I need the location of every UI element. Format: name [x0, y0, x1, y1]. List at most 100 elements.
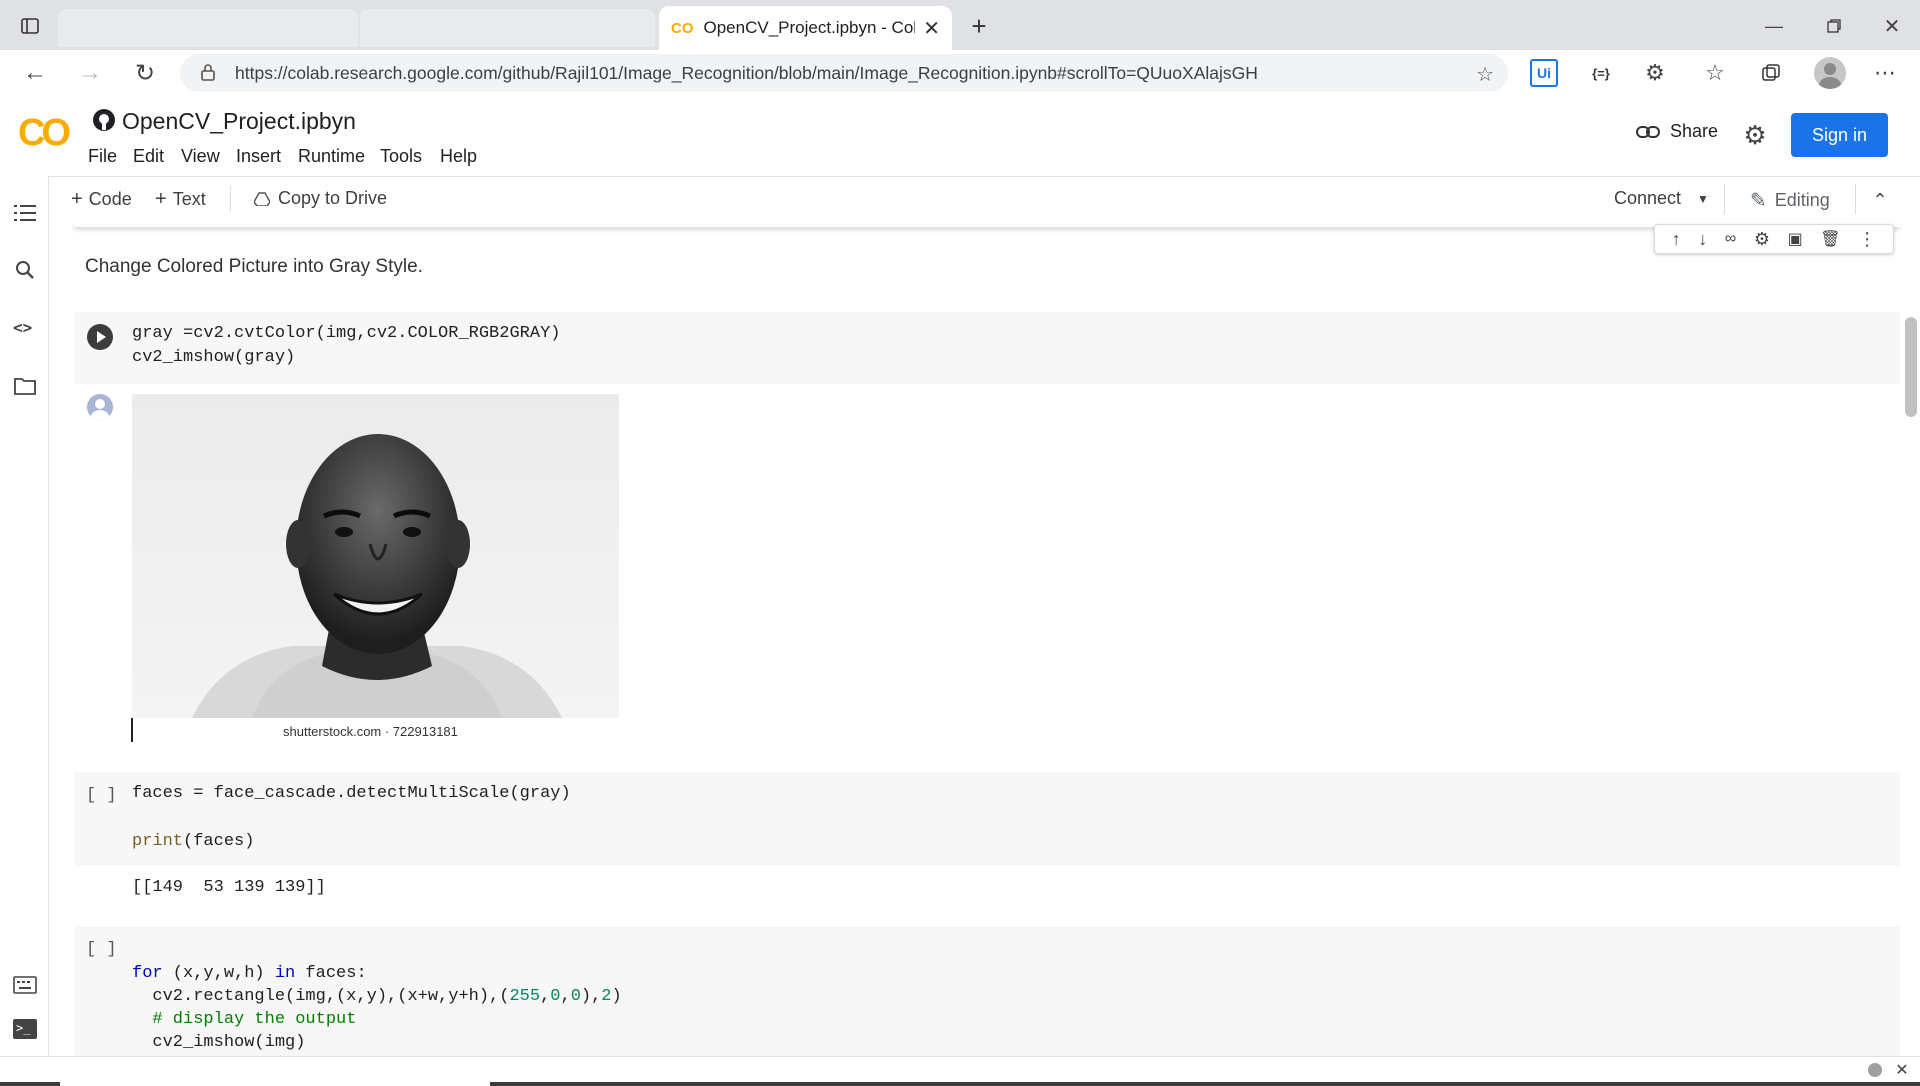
share-button[interactable]: Share	[1636, 121, 1718, 142]
colab-favicon: CO	[671, 19, 694, 37]
back-icon[interactable]: ←	[20, 58, 50, 88]
cell2-output: [[149 53 139 139]]	[132, 878, 326, 897]
share-label: Share	[1670, 121, 1719, 141]
collections-icon[interactable]	[1756, 58, 1786, 88]
menu-view[interactable]: View	[181, 146, 220, 167]
add-code-label: Code	[88, 189, 132, 209]
plus-icon: +	[71, 188, 83, 210]
settings-gear-icon[interactable]: ⚙	[1740, 120, 1770, 150]
link-to-cell-icon[interactable]: ∞	[1725, 230, 1736, 248]
cell-toolbar: ↑ ↓ ∞ ⚙ ▣ 🗑 ⋮	[1654, 224, 1894, 254]
blurred-tab[interactable]	[360, 9, 655, 47]
code-snippets-icon[interactable]: <>	[13, 318, 32, 337]
add-code-button[interactable]: + Code	[71, 188, 132, 211]
menu-runtime[interactable]: Runtime	[298, 146, 365, 167]
move-cell-up-icon[interactable]: ↑	[1672, 229, 1681, 250]
header-shadow	[74, 221, 1900, 227]
delete-cell-icon[interactable]: 🗑	[1820, 229, 1840, 249]
close-paren: )	[611, 987, 622, 1006]
in-keyword: in	[274, 964, 296, 983]
profile-avatar-icon[interactable]	[1814, 57, 1846, 89]
comma: ,	[540, 987, 551, 1006]
colab-logo[interactable]: CO	[18, 112, 71, 155]
github-icon	[92, 108, 116, 132]
favorites-icon[interactable]: ☆	[1700, 58, 1730, 88]
cell3-comment[interactable]: # display the output	[132, 1008, 356, 1032]
grayscale-portrait-image	[132, 394, 619, 718]
editing-button[interactable]: ✎ Editing	[1750, 188, 1830, 213]
color-number: 0	[570, 987, 581, 1006]
cell2-run-bracket[interactable]: [ ]	[86, 784, 117, 808]
address-bar[interactable]: https://colab.research.google.com/github…	[180, 54, 1508, 92]
print-keyword: print	[132, 832, 184, 851]
add-text-label: Text	[172, 189, 206, 209]
connect-button[interactable]: Connect ▼	[1614, 188, 1709, 209]
menu-help[interactable]: Help	[440, 146, 477, 167]
active-tab[interactable]: CO OpenCV_Project.ipbyn - Colaboratory ✕	[659, 6, 952, 50]
notebook-title[interactable]: OpenCV_Project.ipbyn	[122, 108, 356, 135]
extension-json-icon[interactable]: {=}	[1586, 59, 1616, 87]
pencil-icon: ✎	[1750, 190, 1767, 212]
comma: ,	[560, 987, 571, 1006]
copy-to-drive-button[interactable]: Copy to Drive	[254, 188, 387, 209]
cell3-line2[interactable]: cv2.rectangle(img,(x,y),(x+w,y+h),(255,0…	[132, 985, 622, 1009]
color-number: 255	[509, 987, 541, 1006]
run-cell-button[interactable]	[87, 324, 113, 350]
files-folder-icon[interactable]	[14, 377, 36, 395]
tab-actions-icon[interactable]	[18, 14, 42, 38]
status-indicator-icon	[1868, 1063, 1882, 1077]
cell-settings-icon[interactable]: ⚙	[1754, 229, 1770, 250]
more-options-icon[interactable]: ⋯	[1870, 58, 1900, 88]
cell1-line1[interactable]: gray =cv2.cvtColor(img,cv2.COLOR_RGB2GRA…	[132, 322, 560, 346]
menu-tools[interactable]: Tools	[380, 146, 422, 167]
url-text: https://colab.research.google.com/github…	[235, 62, 1258, 83]
sign-in-button[interactable]: Sign in	[1791, 113, 1888, 157]
color-number: 0	[550, 987, 561, 1006]
copy-to-drive-label: Copy to Drive	[278, 188, 388, 208]
left-sidebar	[0, 176, 49, 1056]
lock-icon[interactable]	[200, 63, 216, 81]
window-close-icon[interactable]: ✕	[1880, 14, 1904, 38]
terminal-icon[interactable]: >_	[13, 1019, 37, 1039]
cell3-line1[interactable]: for (x,y,w,h) in faces:	[132, 962, 367, 986]
markdown-cell-text[interactable]: Change Colored Picture into Gray Style.	[85, 256, 423, 278]
paren-comma: ),	[580, 987, 602, 1006]
toolbar-divider	[230, 186, 231, 212]
restore-icon[interactable]	[1822, 14, 1846, 38]
extensions-puzzle-icon[interactable]: ⚙	[1640, 58, 1670, 88]
add-text-button[interactable]: + Text	[155, 188, 206, 211]
collapse-header-icon[interactable]: ⌃	[1866, 186, 1894, 214]
link-icon	[1636, 125, 1660, 139]
cell3-line4[interactable]: cv2_imshow(img)	[132, 1031, 305, 1055]
new-tab-icon[interactable]: +	[965, 11, 993, 41]
image-caption: shutterstock.com · 722913181	[283, 724, 458, 739]
toolbar-divider	[1724, 184, 1725, 214]
menu-edit[interactable]: Edit	[133, 146, 164, 167]
connect-label: Connect	[1614, 188, 1682, 208]
plus-icon: +	[155, 188, 167, 210]
cell2-line1[interactable]: faces = face_cascade.detectMultiScale(gr…	[132, 782, 571, 806]
menu-insert[interactable]: Insert	[236, 146, 281, 167]
menu-file[interactable]: File	[88, 146, 117, 167]
cell1-line2[interactable]: cv2_imshow(gray)	[132, 346, 295, 370]
cell3-run-bracket[interactable]: [ ]	[86, 938, 117, 962]
mirror-cell-icon[interactable]: ▣	[1788, 229, 1803, 249]
favorite-star-icon[interactable]: ☆	[1476, 62, 1494, 87]
reload-icon[interactable]: ↻	[130, 58, 160, 88]
content-scrollbar[interactable]	[1905, 317, 1917, 417]
cell-more-icon[interactable]: ⋮	[1858, 229, 1876, 250]
move-cell-down-icon[interactable]: ↓	[1698, 229, 1707, 250]
command-palette-icon[interactable]	[13, 976, 37, 994]
search-icon[interactable]	[15, 260, 35, 280]
blurred-tab[interactable]	[58, 9, 358, 47]
print-args: (faces)	[183, 832, 255, 851]
close-tab-icon[interactable]: ✕	[923, 16, 940, 41]
extension-ui-icon[interactable]: Ui	[1530, 59, 1558, 87]
cell2-line2[interactable]: print(faces)	[132, 830, 254, 854]
chevron-down-icon: ▼	[1697, 191, 1709, 206]
forward-icon[interactable]: →	[75, 58, 105, 88]
close-status-icon[interactable]: ✕	[1892, 1060, 1912, 1080]
table-of-contents-icon[interactable]	[14, 204, 36, 222]
thickness-number: 2	[601, 987, 612, 1006]
minimize-icon[interactable]: —	[1762, 14, 1786, 38]
